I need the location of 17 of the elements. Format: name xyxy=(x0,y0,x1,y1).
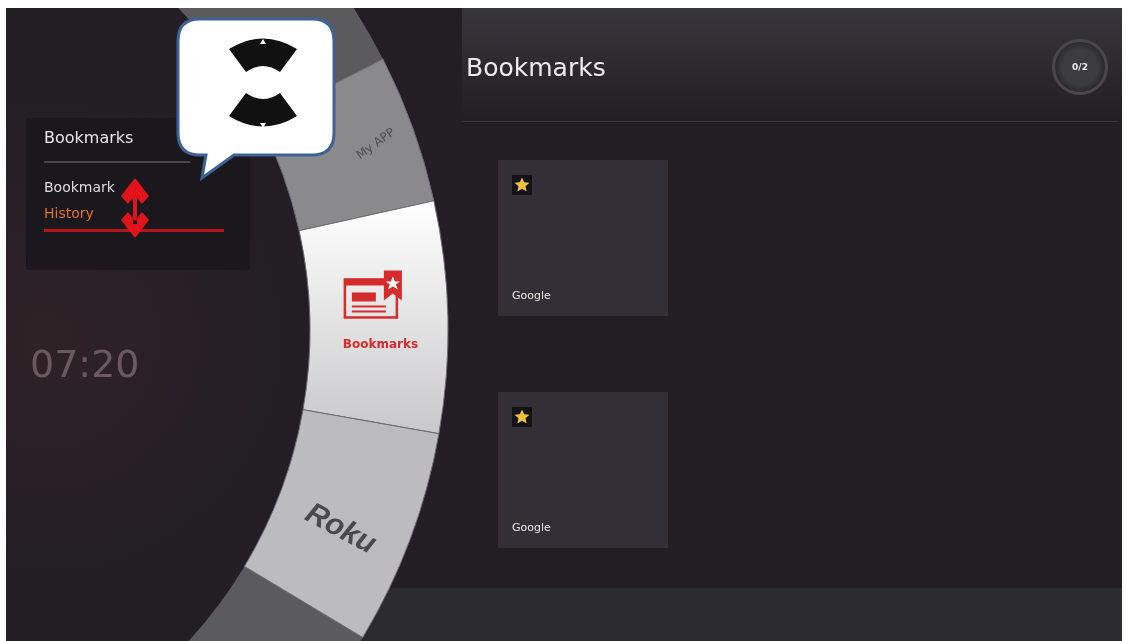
double-arrow-icon xyxy=(118,176,152,240)
menu-title: Bookmarks xyxy=(44,128,135,149)
bookmark-tile[interactable]: Google xyxy=(498,160,668,316)
roku-logo: Roku xyxy=(300,495,383,560)
menu-item[interactable]: Bookmark xyxy=(44,177,224,203)
bookmark-page-icon xyxy=(343,270,402,319)
wheel-segment[interactable] xyxy=(298,200,449,435)
wheel-label: My APP xyxy=(353,124,398,162)
tile-label: Google xyxy=(512,521,551,534)
tile-label: Google xyxy=(512,289,551,302)
wheel-label: Bookmarks xyxy=(342,337,419,352)
wheel-segment[interactable] xyxy=(243,409,440,638)
wheel-segment[interactable] xyxy=(188,566,363,641)
clock-time: 07:20 xyxy=(30,342,140,386)
page-title: Bookmarks xyxy=(466,53,606,82)
page-counter: 0/2 xyxy=(1052,38,1108,95)
bookmark-tile[interactable]: Google xyxy=(498,392,668,548)
